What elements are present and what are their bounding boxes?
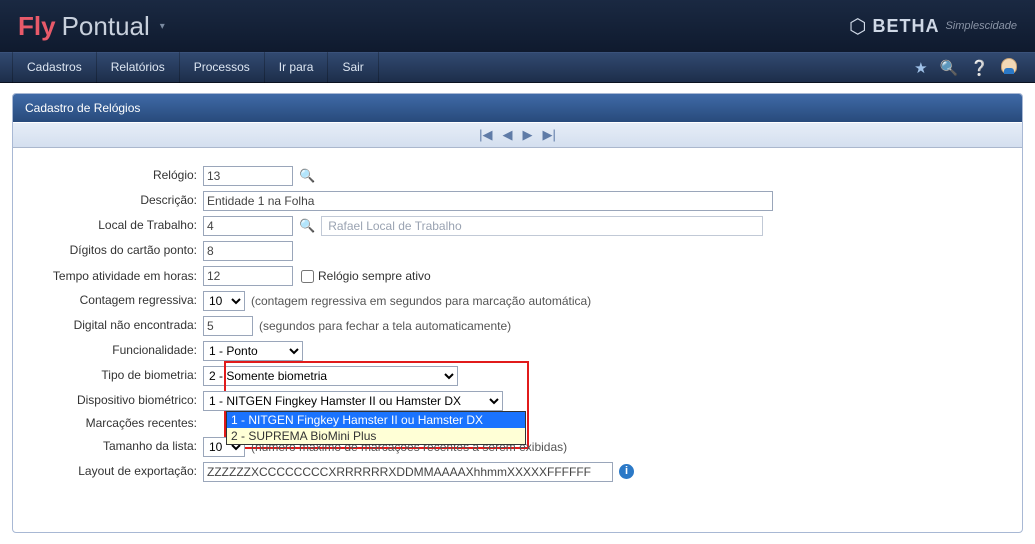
nav-next-icon[interactable]: ▶	[523, 127, 533, 143]
betha-mark-icon: ⬡	[849, 14, 866, 39]
panel-title: Cadastro de Relógios	[13, 94, 1022, 122]
local-lookup-detail: Rafael Local de Trabalho	[321, 216, 763, 236]
label-descricao: Descrição:	[33, 193, 203, 209]
tipo-biometria-select[interactable]: 2 - Somente biometria	[203, 366, 458, 386]
logo-dropdown-icon: ▾	[160, 21, 165, 32]
layout-info-icon[interactable]: i	[619, 464, 634, 479]
nav-prev-icon[interactable]: ◀	[503, 127, 513, 143]
label-contagem: Contagem regressiva:	[33, 293, 203, 309]
menu-processos[interactable]: Processos	[180, 52, 265, 83]
logo-pontual: Pontual	[62, 11, 150, 42]
search-icon[interactable]: 🔍	[940, 59, 959, 77]
relogio-lookup-icon[interactable]: 🔍	[299, 168, 315, 184]
help-icon[interactable]: ❔	[970, 59, 989, 77]
contagem-hint: (contagem regressiva em segundos para ma…	[251, 294, 591, 308]
contagem-select[interactable]: 10	[203, 291, 245, 311]
app-logo[interactable]: Fly Pontual ▾	[18, 11, 165, 42]
dispositivo-option-2[interactable]: 2 - SUPREMA BioMini Plus	[227, 428, 525, 444]
label-layout: Layout de exportação:	[33, 464, 203, 480]
menu-cadastros[interactable]: Cadastros	[12, 52, 97, 83]
logo-fly: Fly	[18, 11, 56, 42]
label-funcionalidade: Funcionalidade:	[33, 343, 203, 359]
tempo-input[interactable]	[203, 266, 293, 286]
menu-ir-para[interactable]: Ir para	[265, 52, 329, 83]
panel-cadastro-relogios: Cadastro de Relógios |◀ ◀ ▶ ▶| Relógio: …	[12, 93, 1023, 533]
relogio-input[interactable]	[203, 166, 293, 186]
menu-sair[interactable]: Sair	[328, 52, 378, 83]
digital-input[interactable]	[203, 316, 253, 336]
content: Cadastro de Relógios |◀ ◀ ▶ ▶| Relógio: …	[0, 83, 1035, 543]
form-body: Relógio: 🔍 Descrição: Local de Trabalho:…	[13, 148, 1022, 507]
star-icon[interactable]: ★	[914, 59, 927, 77]
local-lookup-icon[interactable]: 🔍	[299, 218, 315, 234]
local-input[interactable]	[203, 216, 293, 236]
user-avatar-icon[interactable]	[1001, 58, 1017, 78]
sempre-ativo-label: Relógio sempre ativo	[318, 269, 431, 283]
layout-exportacao-input[interactable]	[203, 462, 613, 482]
dispositivo-biometrico-select[interactable]: 1 - NITGEN Fingkey Hamster II ou Hamster…	[203, 391, 503, 411]
funcionalidade-select[interactable]: 1 - Ponto	[203, 341, 303, 361]
header-right: ⬡ BETHA Simplescidade	[849, 14, 1017, 39]
label-tipo-bio: Tipo de biometria:	[33, 368, 203, 384]
label-tempo: Tempo atividade em horas:	[33, 266, 203, 285]
betha-text: BETHA	[872, 16, 939, 37]
record-navigator: |◀ ◀ ▶ ▶|	[13, 122, 1022, 148]
digital-hint: (segundos para fechar a tela automaticam…	[259, 319, 511, 333]
dispositivo-dropdown-list: 1 - NITGEN Fingkey Hamster II ou Hamster…	[226, 411, 526, 445]
menu-relatorios[interactable]: Relatórios	[97, 52, 180, 83]
sempre-ativo-checkbox[interactable]	[301, 270, 314, 283]
betha-tagline: Simplescidade	[945, 20, 1017, 32]
betha-logo[interactable]: ⬡ BETHA Simplescidade	[849, 14, 1017, 39]
digitos-input[interactable]	[203, 241, 293, 261]
label-dispositivo: Dispositivo biométrico:	[33, 393, 203, 409]
descricao-input[interactable]	[203, 191, 773, 211]
app-header: Fly Pontual ▾ ⬡ BETHA Simplescidade	[0, 0, 1035, 52]
menu-right-icons: ★ 🔍 ❔	[914, 58, 1023, 78]
label-digitos: Dígitos do cartão ponto:	[33, 243, 203, 259]
menu-bar: Cadastros Relatórios Processos Ir para S…	[0, 52, 1035, 83]
label-digital: Digital não encontrada:	[33, 318, 203, 334]
label-marcacoes: Marcações recentes:	[33, 416, 203, 432]
label-tamanho: Tamanho da lista:	[33, 439, 203, 455]
nav-last-icon[interactable]: ▶|	[543, 127, 556, 143]
label-relogio: Relógio:	[33, 168, 203, 184]
label-local: Local de Trabalho:	[33, 218, 203, 234]
nav-first-icon[interactable]: |◀	[479, 127, 492, 143]
dispositivo-option-1[interactable]: 1 - NITGEN Fingkey Hamster II ou Hamster…	[227, 412, 525, 428]
